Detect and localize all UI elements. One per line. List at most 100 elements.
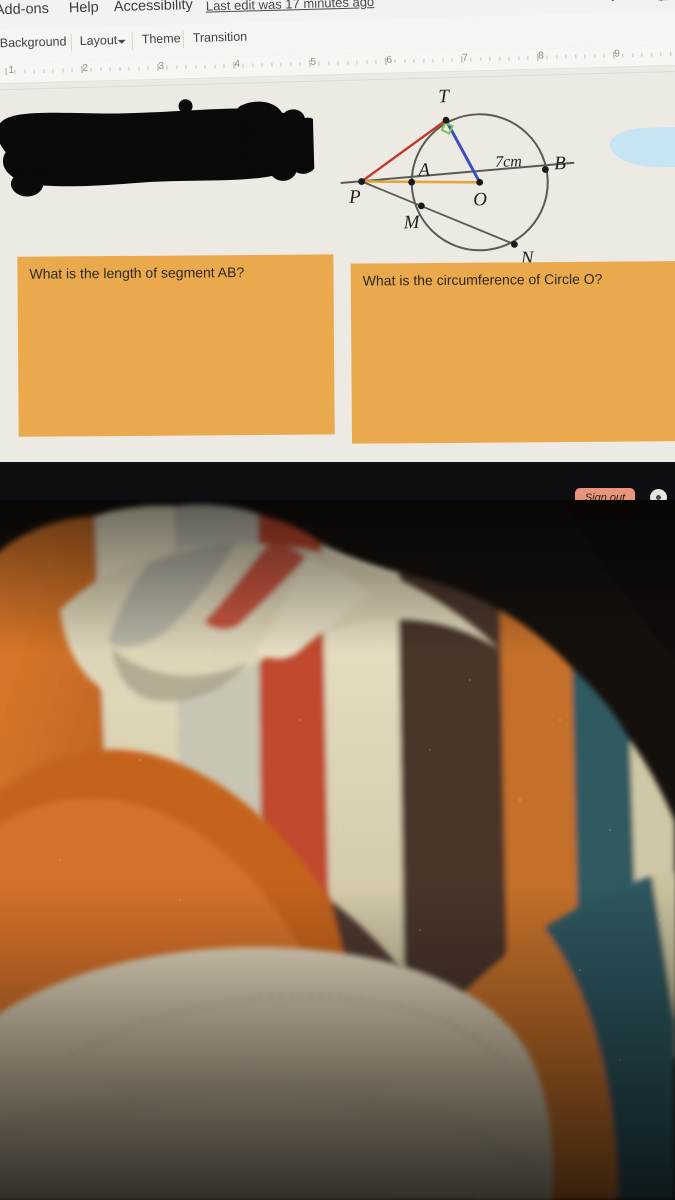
ruler-tick [61, 68, 64, 73]
svg-text:M: M [402, 212, 421, 233]
ruler-tick [641, 52, 643, 57]
last-edit-status[interactable]: Last edit was 17 minutes ago [206, 0, 375, 14]
trend-arrow-icon[interactable] [610, 0, 633, 10]
photo-background-fabric [0, 500, 675, 1200]
ruler-tick [365, 60, 367, 65]
ruler-tick [375, 60, 377, 65]
circle-tangent-secant-diagram: T A P M O B N 7cm [340, 86, 575, 269]
ruler-number: 9 [614, 48, 621, 60]
toolbar-theme-button[interactable]: Theme [142, 31, 181, 46]
svg-text:A: A [416, 160, 431, 181]
ruler-tick [669, 52, 671, 57]
toolbar-background-button[interactable]: Background [0, 34, 67, 50]
ruler-tick [175, 65, 178, 70]
laptop-screen: Add-ons Help Accessibility Last edit was… [0, 0, 675, 520]
radius-length-label: 7cm [495, 153, 522, 171]
comment-notes-icon[interactable] [655, 0, 675, 10]
ruler-number: 8 [538, 50, 545, 62]
ruler-tick [280, 62, 282, 67]
ruler-tick [109, 67, 111, 72]
ruler-tick [546, 55, 548, 60]
toolbar-separator-1 [70, 33, 73, 52]
screen-content-rotated: Add-ons Help Accessibility Last edit was… [0, 0, 675, 520]
ruler-tick [223, 64, 225, 69]
ruler-tick [536, 53, 538, 61]
ruler-tick [555, 55, 557, 60]
ruler-tick [289, 62, 292, 67]
ruler-tick [403, 59, 405, 64]
toolbar-layout-button[interactable]: Layout [80, 33, 118, 48]
ruler-tick [574, 54, 576, 59]
ruler-tick [660, 52, 662, 57]
ruler-tick [4, 68, 7, 76]
svg-text:T: T [438, 86, 451, 107]
ruler-tick [413, 59, 415, 64]
toolbar-separator-3 [182, 30, 184, 49]
svg-text:B: B [554, 153, 567, 174]
ruler-tick [299, 62, 301, 67]
ruler-tick [622, 53, 624, 58]
ruler-tick [498, 56, 500, 61]
ruler-tick [23, 69, 26, 74]
ruler-tick [650, 52, 652, 57]
ruler-tick [232, 61, 235, 69]
ruler-tick [631, 53, 633, 58]
menu-item-add-ons[interactable]: Add-ons [0, 1, 49, 18]
ruler-tick [33, 69, 35, 74]
ruler-tick [194, 64, 197, 69]
ruler-tick [432, 58, 434, 63]
question-box-segment-ab[interactable]: What is the length of segment AB? [17, 254, 335, 437]
menu-item-help[interactable]: Help [69, 0, 99, 16]
ruler-tick [356, 60, 358, 65]
ruler-tick [593, 54, 595, 59]
ruler-tick [489, 56, 491, 61]
ruler-tick [603, 53, 605, 58]
ruler-tick [584, 54, 586, 59]
ruler-tick [90, 67, 92, 72]
toolbar-transition-button[interactable]: Transition [193, 30, 248, 45]
ruler-tick [565, 54, 567, 59]
ruler-tick [517, 56, 519, 61]
black-scribble-redaction [0, 99, 316, 197]
question-text: What is the circumference of Circle O? [362, 270, 603, 289]
ruler-tick [128, 66, 130, 71]
ruler-tick [337, 61, 339, 66]
ruler-tick [346, 60, 348, 65]
chevron-down-icon[interactable] [117, 39, 126, 45]
ruler-tick [42, 69, 45, 74]
ruler-tick [451, 57, 453, 63]
ruler-number: 6 [386, 54, 393, 66]
ruler-tick [441, 58, 443, 63]
ruler-tick [147, 66, 149, 71]
ruler-tick [318, 61, 320, 66]
svg-text:O: O [473, 189, 488, 210]
ruler-tick [166, 65, 168, 70]
ruler-tick [71, 68, 73, 73]
ruler-tick [99, 67, 102, 72]
ruler-tick [213, 64, 216, 69]
slide-canvas[interactable]: T A P M O B N 7cm What is the length of … [0, 70, 675, 487]
question-box-circumference[interactable]: What is the circumference of Circle O? [350, 261, 675, 444]
ruler-tick [394, 59, 396, 64]
ruler-tick [185, 65, 187, 70]
ruler-number: 1 [8, 64, 15, 76]
ruler-number: 5 [310, 56, 317, 68]
question-text: What is the length of segment AB? [29, 264, 245, 282]
menu-item-accessibility[interactable]: Accessibility [114, 0, 193, 15]
ruler-tick [14, 69, 16, 74]
ruler-number: 7 [462, 52, 469, 64]
svg-text:P: P [348, 187, 362, 208]
ruler-tick [80, 66, 83, 74]
ruler-tick [308, 59, 311, 67]
ruler-tick [156, 63, 159, 71]
ruler-tick [612, 51, 614, 59]
ruler-tick [118, 66, 121, 72]
ruler-tick [242, 63, 244, 68]
ruler-tick [460, 55, 462, 63]
ruler-tick [527, 55, 529, 60]
ruler-number: 4 [234, 58, 241, 70]
ruler-tick [327, 61, 329, 66]
ruler-tick [479, 57, 481, 62]
ruler-tick [251, 63, 254, 68]
ruler-tick [261, 63, 263, 68]
